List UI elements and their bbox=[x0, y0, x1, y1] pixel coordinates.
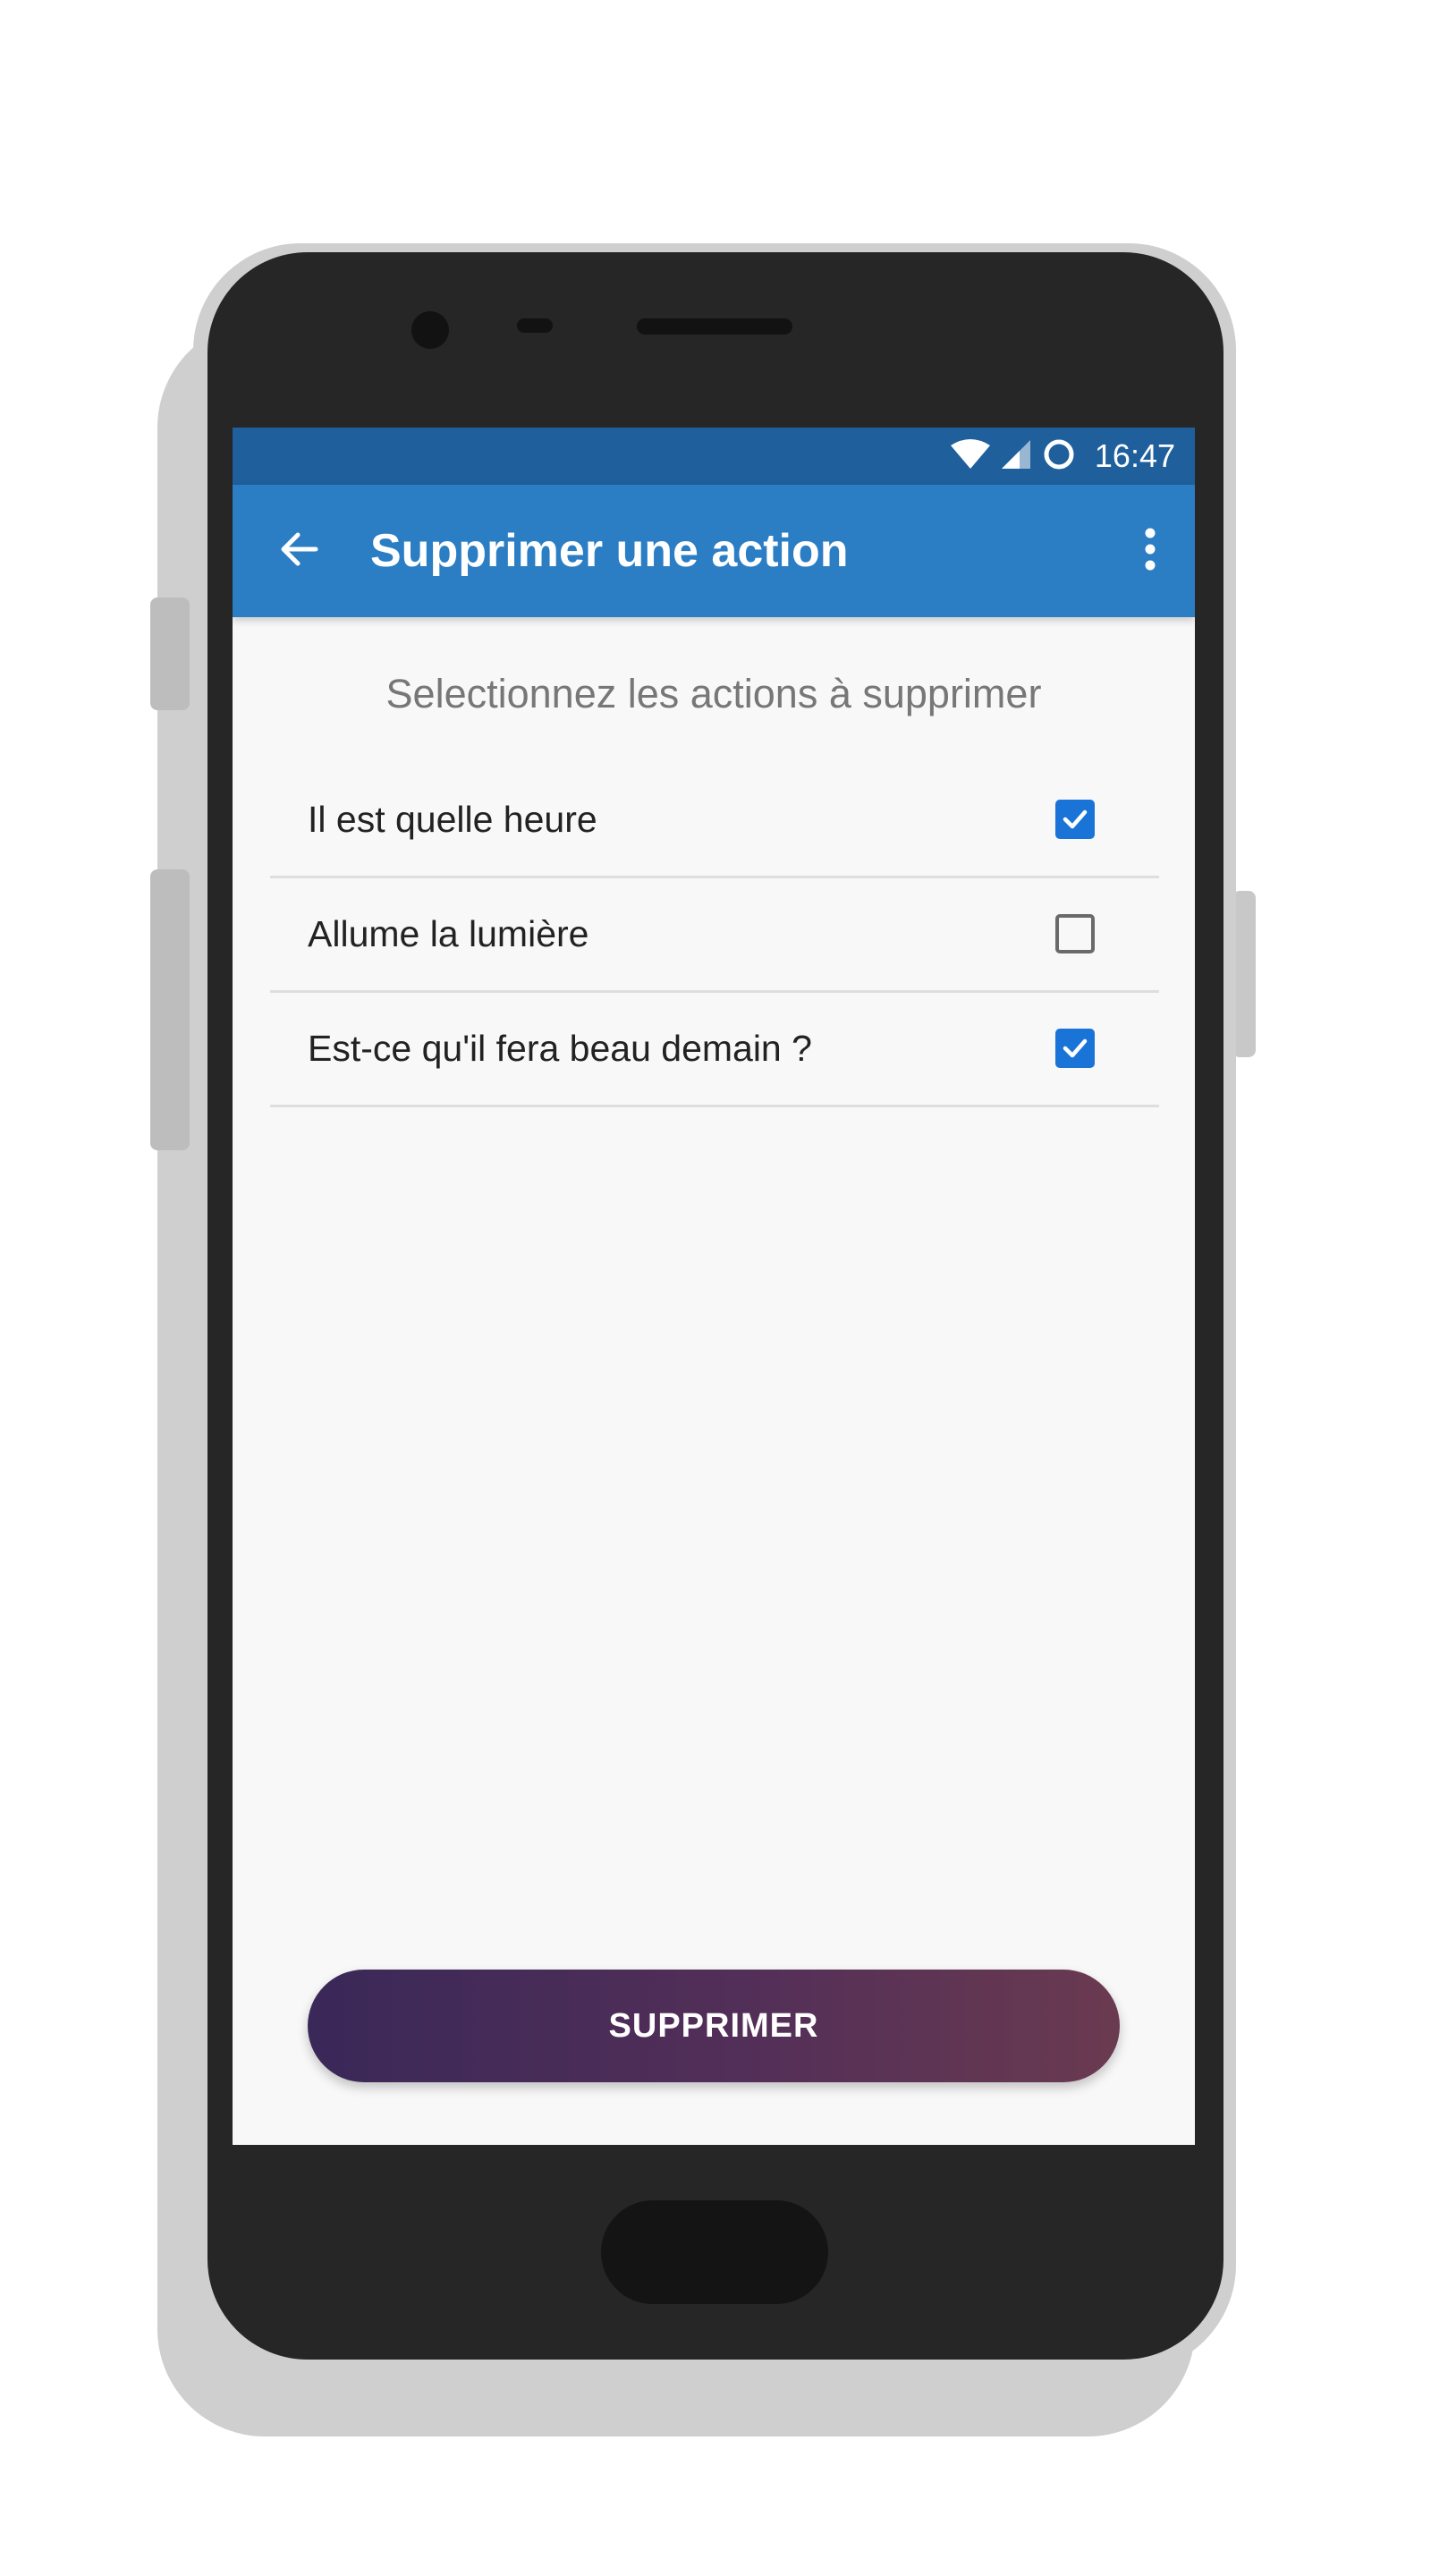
volume-up-key bbox=[150, 597, 190, 710]
action-label: Est-ce qu'il fera beau demain ? bbox=[308, 1028, 812, 1069]
action-checkbox[interactable] bbox=[1055, 914, 1095, 953]
page-title: Supprimer une action bbox=[370, 525, 849, 577]
back-button[interactable] bbox=[272, 524, 326, 578]
home-button[interactable] bbox=[601, 2200, 828, 2304]
signal-icon bbox=[1000, 438, 1032, 475]
app-bar: Supprimer une action bbox=[233, 485, 1195, 617]
status-icons: 16:47 bbox=[950, 436, 1175, 476]
check-icon bbox=[1063, 809, 1088, 829]
circle-notification-icon bbox=[1041, 436, 1077, 477]
status-bar: 16:47 bbox=[233, 428, 1195, 485]
action-checkbox[interactable] bbox=[1055, 800, 1095, 839]
action-label: Allume la lumière bbox=[308, 913, 589, 954]
list-item[interactable]: Il est quelle heure bbox=[270, 764, 1159, 878]
action-list: Il est quelle heure Allume la lumière Es… bbox=[270, 764, 1159, 1107]
check-icon bbox=[1063, 1038, 1088, 1058]
device-mockup: 16:47 Supprimer une action Selectionnez … bbox=[0, 0, 1431, 2576]
list-item[interactable]: Est-ce qu'il fera beau demain ? bbox=[270, 993, 1159, 1107]
action-checkbox[interactable] bbox=[1055, 1029, 1095, 1068]
overflow-menu-button[interactable] bbox=[1132, 524, 1168, 578]
delete-button[interactable]: SUPPRIMER bbox=[308, 1970, 1120, 2082]
instruction-text: Selectionnez les actions à supprimer bbox=[385, 671, 1042, 716]
volume-down-key bbox=[150, 869, 190, 1150]
more-vert-icon bbox=[1143, 527, 1157, 576]
earpiece-speaker bbox=[637, 318, 792, 335]
wifi-icon bbox=[950, 438, 991, 475]
proximity-sensor bbox=[517, 318, 553, 333]
status-time: 16:47 bbox=[1094, 437, 1175, 474]
action-label: Il est quelle heure bbox=[308, 799, 597, 840]
arrow-back-icon bbox=[278, 529, 319, 574]
app-screen: 16:47 Supprimer une action Selectionnez … bbox=[233, 428, 1195, 2145]
front-camera bbox=[411, 311, 449, 349]
list-item[interactable]: Allume la lumière bbox=[270, 878, 1159, 993]
